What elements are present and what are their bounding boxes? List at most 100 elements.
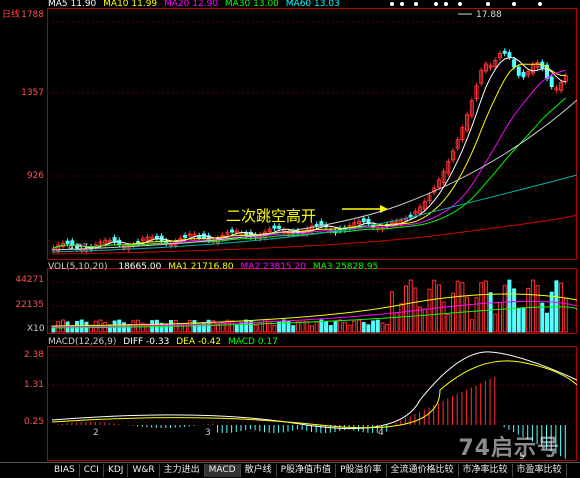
volume-bar [305,321,310,333]
tab-bias[interactable]: BIAS [50,464,80,477]
volume-bar [234,324,239,333]
volume-bar [507,279,512,333]
tab-pshare-nav[interactable]: P股净值市值 [277,464,337,477]
macd-dea-line [51,360,578,429]
volume-bar [361,322,366,333]
volume-bar [267,320,272,333]
kline-chart [47,2,578,459]
volume-bar [483,280,488,333]
info-marker-dot [414,2,418,6]
ma30-line [53,97,567,249]
x-tick-3: 3 [205,428,211,438]
volume-bar [352,320,357,333]
volume-bar [418,306,423,333]
price-tick-mid: 1357 [21,88,44,98]
volume-bar [479,282,484,333]
volume-bar [408,279,413,333]
annotation-text: 二次跳空高开 [226,207,317,225]
volume-bar [465,296,470,333]
ma30-legend: MA30 13.00 [224,0,279,9]
volume-tick-high: 44271 [15,275,44,285]
volume-bar [422,308,427,333]
volume-bar [253,324,258,333]
ma20-legend: MA20 12.90 [164,0,219,9]
candle-body [512,59,517,68]
tab-main-flow[interactable]: 主力进出 [160,464,205,477]
volume-bar [244,319,249,333]
volume-bar [394,312,399,333]
volume-bar [432,279,437,333]
volume-bar [436,284,441,333]
volume-bar [295,321,300,333]
peak-price-label: 17.88 [476,10,502,20]
info-marker-dot [434,2,438,6]
volume-bar [291,325,296,333]
volume-bar [521,307,526,333]
volume-bar [549,291,554,333]
tab-float-price-compare[interactable]: 全流通价格比较 [387,464,459,477]
tab-kdj[interactable]: KDJ [104,464,129,477]
volume-bar [512,288,517,333]
volume-bar [559,282,564,333]
volume-bar [441,301,446,333]
volume-bar [389,291,394,333]
candle-body [230,229,235,233]
info-marker-dot [400,2,404,6]
ma60-legend: MA60 13.03 [285,0,340,9]
volume-legend-ma1: MA1 21716.80 [168,262,234,272]
volume-bar [385,324,390,333]
volume-bar [498,302,502,333]
volume-bar [338,319,343,333]
volume-bar [488,292,493,333]
x-tick-4: 4 [378,428,384,438]
candle-body [549,76,554,88]
volume-bar [375,319,380,333]
info-marker-dot [538,2,542,6]
tab-retail-line[interactable]: 散户线 [241,464,277,477]
macd-legend-dea: DEA -0.42 [176,337,222,347]
volume-bar [474,297,479,333]
volume-bar [371,320,376,333]
volume-bar [342,321,347,333]
price-tick-low: 926 [26,171,44,181]
price-tick-high: 1788 [21,10,44,20]
tab-pb-compare[interactable]: 市净率比较 [459,464,513,477]
volume-bar [300,319,305,333]
volume-bar [314,321,319,333]
tab-macd[interactable]: MACD [204,464,241,477]
macd-tick-mid: 1.31 [23,380,44,390]
tab-cci[interactable]: CCI [80,464,104,477]
annotation-arrowhead [380,205,388,213]
volume-legend-ma2: MA2 23815.20 [240,262,306,272]
volume-bar [230,320,235,333]
volume-bar [493,313,498,333]
macd-legend-name: MACD(12,26,9) [48,337,117,347]
info-marker-dot [390,2,394,6]
indicator-tab-bar: BIAS CCI KDJ W&R 主力进出 MACD 散户线 P股净值市值 P股… [0,462,580,478]
volume-bar [310,325,314,333]
volume-bar [333,320,338,333]
volume-bar [535,285,540,333]
tab-pe-compare[interactable]: 市盈率比较 [513,464,567,477]
volume-bar [460,282,465,333]
info-marker-dot [486,2,490,6]
macd-tick-high: 2.38 [23,350,44,360]
watermark-logo: 74启示号 [458,436,560,461]
volume-bar [347,324,352,333]
macd-diff-line [51,351,578,429]
macd-legend-diff: DIFF -0.33 [123,337,170,347]
volume-legend-current: 18665.00 [118,262,162,272]
volume-bar [328,325,333,333]
candle-body [277,225,282,229]
tab-pshare-premium[interactable]: P股溢价率 [336,464,387,477]
ma-legend: MA5 11.90 MA10 11.99 MA20 12.90 MA30 13.… [48,0,340,9]
low-price-label: 4.87 [68,243,89,253]
tab-wr[interactable]: W&R [128,464,160,477]
candle-body [502,50,507,54]
candle-body [507,52,512,58]
volume-bar [516,308,521,333]
volume-legend: VOL(5,10,20) 18665.00 MA1 21716.80 MA2 2… [48,262,378,272]
volume-legend-name: VOL(5,10,20) [48,262,108,272]
volume-bar [357,319,361,333]
volume-bar [159,322,164,333]
